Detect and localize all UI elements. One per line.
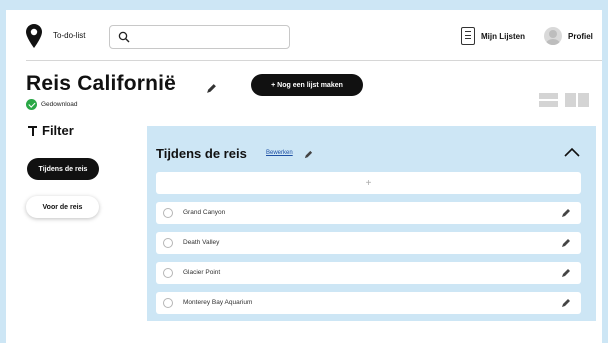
- pencil-icon[interactable]: [561, 238, 571, 248]
- item-checkbox[interactable]: [163, 238, 173, 248]
- item-label: Glacier Point: [183, 269, 221, 276]
- list-item[interactable]: Death Valley: [156, 232, 581, 254]
- location-pin-icon[interactable]: [26, 24, 42, 48]
- profile-label: Profiel: [568, 31, 593, 41]
- top-navigation: To-do-list Mijn Lijsten Profiel: [6, 10, 602, 60]
- list-view-icon[interactable]: [539, 93, 558, 107]
- item-checkbox[interactable]: [163, 298, 173, 308]
- profile-link[interactable]: Profiel: [544, 25, 593, 47]
- download-status: Gedownload: [26, 99, 78, 110]
- pencil-icon[interactable]: [561, 268, 571, 278]
- grid-view-icon[interactable]: [565, 93, 589, 107]
- app-frame: To-do-list Mijn Lijsten Profiel Reis Cal…: [6, 10, 602, 343]
- filter-icon: [28, 125, 37, 136]
- filter-option-during-trip[interactable]: Tijdens de reis: [27, 158, 99, 180]
- panel-title: Tijdens de reis: [156, 146, 247, 161]
- pencil-icon[interactable]: [561, 298, 571, 308]
- avatar: [544, 27, 562, 45]
- check-circle-icon: [26, 99, 37, 110]
- chevron-up-icon[interactable]: [563, 146, 581, 158]
- search-bar[interactable]: [109, 25, 290, 49]
- list-panel: Tijdens de reis Bewerken + Grand Canyon …: [147, 126, 596, 321]
- list-document-icon: [461, 27, 475, 45]
- new-list-button[interactable]: + Nog een lijst maken: [251, 74, 363, 96]
- item-label: Monterey Bay Aquarium: [183, 299, 253, 306]
- filter-option-before-trip[interactable]: Voor de reis: [26, 196, 99, 218]
- status-label: Gedownload: [41, 101, 78, 108]
- page-title: Reis Californië: [26, 72, 177, 95]
- search-icon: [118, 31, 130, 43]
- pencil-icon[interactable]: [206, 83, 217, 94]
- filter-heading: Filter: [28, 123, 74, 138]
- header-divider: [26, 60, 602, 61]
- list-item[interactable]: Monterey Bay Aquarium: [156, 292, 581, 314]
- item-checkbox[interactable]: [163, 208, 173, 218]
- app-name[interactable]: To-do-list: [53, 31, 85, 40]
- item-checkbox[interactable]: [163, 268, 173, 278]
- pencil-icon[interactable]: [304, 150, 313, 159]
- item-label: Death Valley: [183, 239, 220, 246]
- list-item[interactable]: Glacier Point: [156, 262, 581, 284]
- item-label: Grand Canyon: [183, 209, 226, 216]
- list-item[interactable]: Grand Canyon: [156, 202, 581, 224]
- edit-link[interactable]: Bewerken: [266, 150, 293, 156]
- my-lists-link[interactable]: Mijn Lijsten: [461, 25, 525, 47]
- add-item-button[interactable]: +: [156, 172, 581, 194]
- pencil-icon[interactable]: [561, 208, 571, 218]
- search-input[interactable]: [134, 28, 284, 46]
- my-lists-label: Mijn Lijsten: [481, 31, 525, 41]
- filter-label: Filter: [42, 123, 74, 138]
